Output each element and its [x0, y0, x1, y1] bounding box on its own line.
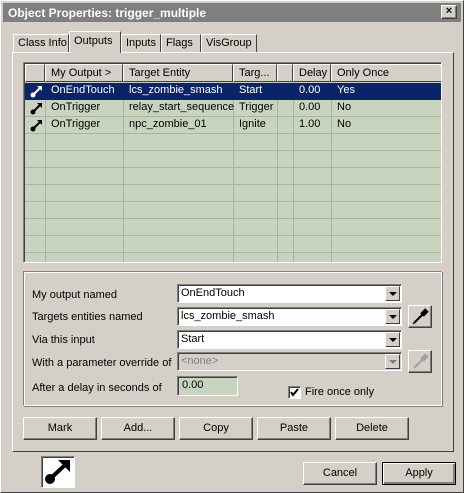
header-icon-column[interactable]	[25, 64, 45, 82]
tab-outputs[interactable]: Outputs	[69, 31, 121, 53]
output-arrow-icon	[30, 118, 44, 132]
output-arrow-icon	[30, 101, 44, 115]
delete-button[interactable]: Delete	[335, 417, 409, 440]
header-target-input[interactable]: Targ...	[233, 64, 277, 82]
tab-class-info[interactable]: Class Info	[13, 34, 69, 52]
header-only-once[interactable]: Only Once	[331, 64, 441, 82]
pick-param-button[interactable]	[408, 350, 432, 373]
list-header: My Output > Target Entity Targ... Delay …	[25, 64, 441, 82]
cell-output: OnEndTouch	[51, 84, 115, 96]
targets-value: lcs_zombie_smash	[181, 310, 275, 322]
header-delay[interactable]: Delay	[293, 64, 331, 82]
close-button[interactable]: ×	[441, 5, 457, 19]
targets-combo[interactable]: lcs_zombie_smash	[177, 307, 402, 326]
table-row[interactable]: OnTrigger npc_zombie_01 Ignite 1.00 No	[25, 117, 441, 134]
tab-label: Inputs	[126, 37, 156, 49]
tab-label: Class Info	[18, 37, 67, 49]
fire-once-checkbox[interactable]	[288, 386, 301, 399]
output-label: My output named	[32, 289, 117, 301]
cell-input: Ignite	[239, 118, 266, 130]
tab-label: Outputs	[74, 35, 113, 47]
eyedropper-icon	[413, 353, 429, 369]
table-row[interactable]: OnTrigger relay_start_sequence Trigger 0…	[25, 100, 441, 117]
table-row[interactable]: OnEndTouch lcs_zombie_smash Start 0.00 Y…	[25, 83, 441, 100]
output-value: OnEndTouch	[181, 287, 245, 299]
tab-visgroup[interactable]: VisGroup	[201, 34, 257, 52]
cell-input: Trigger	[239, 101, 274, 113]
chevron-down-icon[interactable]	[385, 309, 400, 324]
cell-delay: 0.00	[299, 84, 321, 96]
input-label: Via this input	[32, 334, 95, 346]
cell-input: Start	[239, 84, 263, 96]
fire-once-label: Fire once only	[305, 386, 375, 398]
input-value: Start	[181, 333, 205, 345]
pick-entity-button[interactable]	[408, 305, 432, 328]
cell-once: Yes	[337, 84, 355, 96]
cancel-button[interactable]: Cancel	[303, 462, 377, 485]
cell-once: No	[337, 101, 352, 113]
param-label: With a parameter override of	[32, 357, 172, 369]
tab-flags[interactable]: Flags	[161, 34, 201, 52]
output-combo[interactable]: OnEndTouch	[177, 284, 402, 303]
chevron-down-icon[interactable]	[385, 286, 400, 301]
cell-target: lcs_zombie_smash	[129, 84, 223, 96]
chevron-down-icon[interactable]	[385, 332, 400, 347]
cell-delay: 1.00	[299, 118, 321, 130]
eyedropper-icon	[412, 308, 429, 325]
header-spacer[interactable]	[277, 64, 293, 82]
param-value: <none>	[181, 355, 219, 367]
cell-output: OnTrigger	[51, 118, 101, 130]
paste-button[interactable]: Paste	[257, 417, 331, 440]
targets-label: Targets entities named	[32, 311, 143, 323]
cell-once: No	[337, 118, 352, 130]
cell-delay: 0.00	[299, 101, 321, 113]
window-title: Object Properties: trigger_multiple	[8, 6, 207, 20]
mark-button[interactable]: Mark	[23, 417, 97, 440]
checkmark-icon	[290, 388, 299, 397]
param-combo[interactable]: <none>	[177, 352, 402, 371]
cell-target: npc_zombie_01	[129, 118, 207, 130]
delay-label: After a delay in seconds of	[32, 382, 162, 394]
header-target-entity[interactable]: Target Entity	[123, 64, 233, 82]
output-arrow-icon	[30, 84, 44, 98]
cell-target: relay_start_sequence	[129, 101, 234, 113]
title-bar[interactable]: Object Properties: trigger_multiple ×	[3, 3, 461, 22]
delay-input[interactable]: 0.00	[177, 376, 238, 396]
copy-button[interactable]: Copy	[179, 417, 253, 440]
tab-inputs[interactable]: Inputs	[121, 34, 161, 52]
tab-label: VisGroup	[206, 37, 252, 49]
object-properties-window: Object Properties: trigger_multiple × Cl…	[0, 0, 464, 493]
output-large-icon	[41, 456, 75, 488]
header-my-output[interactable]: My Output >	[45, 64, 123, 82]
chevron-down-icon[interactable]	[385, 354, 400, 369]
tab-label: Flags	[166, 37, 193, 49]
add-button[interactable]: Add...	[101, 417, 175, 440]
outputs-list[interactable]: My Output > Target Entity Targ... Delay …	[23, 62, 442, 263]
cell-output: OnTrigger	[51, 101, 101, 113]
apply-button[interactable]: Apply	[382, 462, 456, 485]
input-combo[interactable]: Start	[177, 330, 402, 349]
